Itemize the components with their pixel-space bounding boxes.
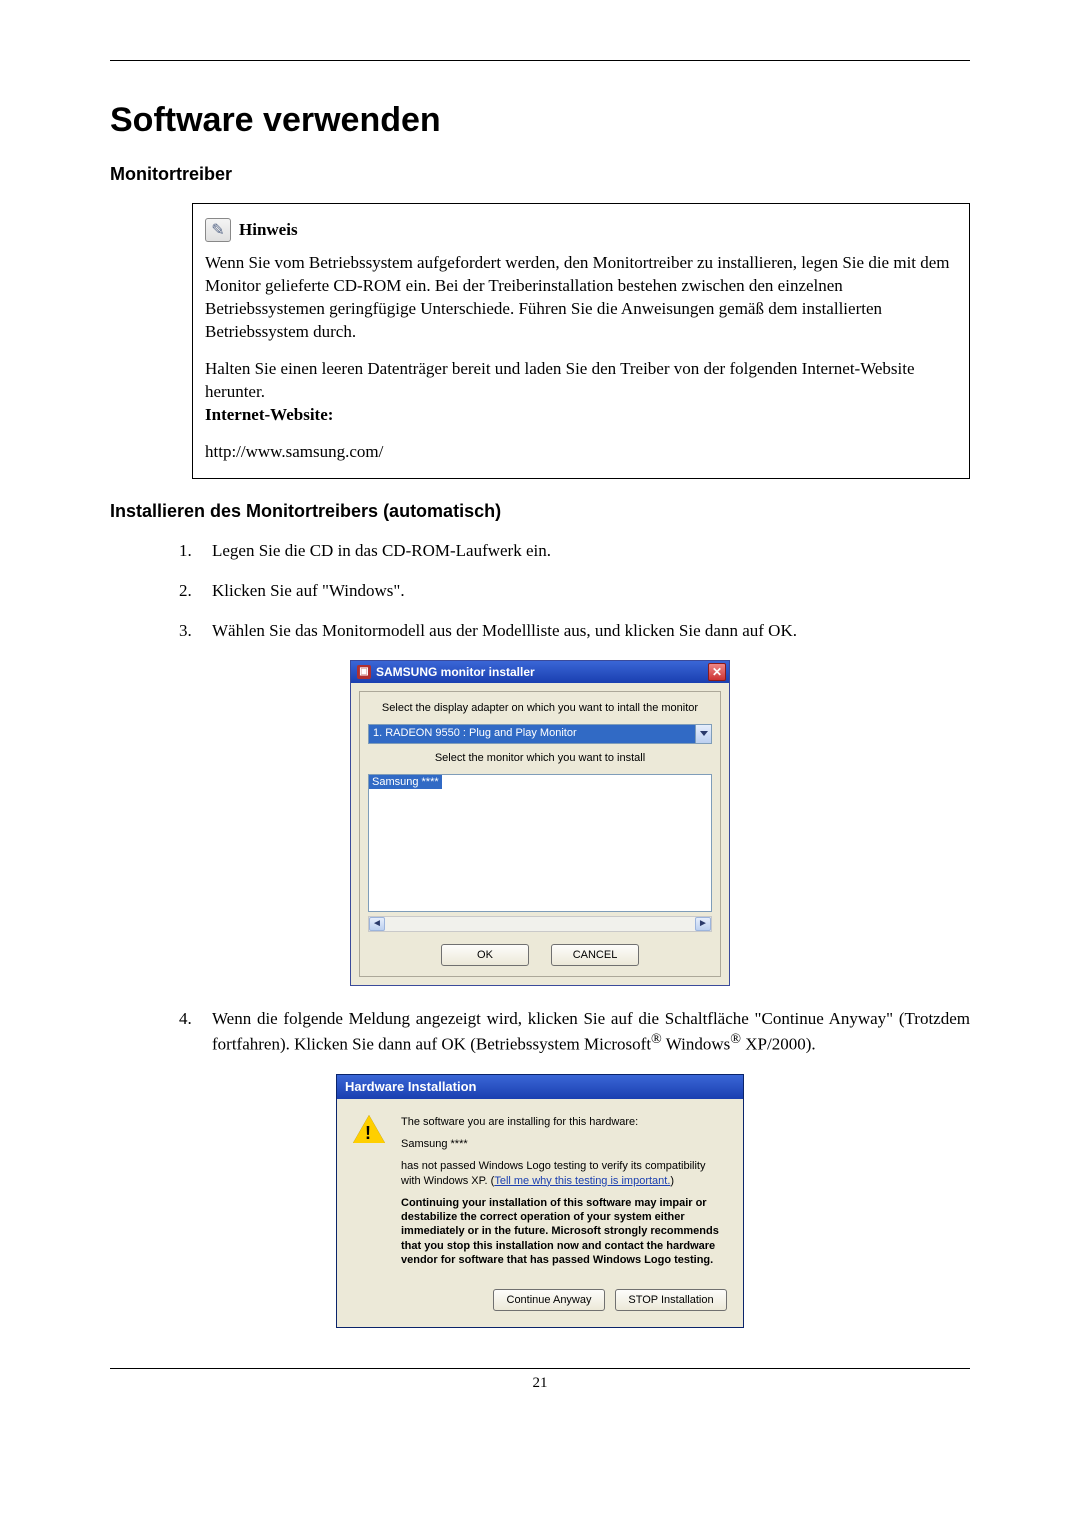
step-2: Klicken Sie auf "Windows".	[196, 580, 970, 602]
note-website-label: Internet-Website:	[205, 405, 333, 424]
dialog-titlebar[interactable]: Hardware Installation	[337, 1075, 743, 1099]
hw-compat-b: )	[670, 1175, 674, 1187]
step-4-text-b: Windows	[662, 1035, 730, 1054]
monitor-list-selected-item[interactable]: Samsung ****	[369, 775, 442, 789]
step-1: Legen Sie die CD in das CD-ROM-Laufwerk …	[196, 540, 970, 562]
section-monitortreiber-heading: Monitortreiber	[110, 164, 970, 185]
note-url: http://www.samsung.com/	[205, 441, 957, 464]
adapter-instruction-label: Select the display adapter on which you …	[368, 702, 712, 714]
note-paragraph-1: Wenn Sie vom Betriebssystem aufgefordert…	[205, 252, 957, 344]
install-steps-list: Legen Sie die CD in das CD-ROM-Laufwerk …	[196, 540, 970, 642]
app-icon: ▣	[357, 665, 371, 679]
hw-compat-text: has not passed Windows Logo testing to v…	[401, 1159, 727, 1188]
step-4: Wenn die folgende Meldung angezeigt wird…	[196, 1008, 970, 1056]
page-footer: 21	[110, 1368, 970, 1392]
dialog-title-text: SAMSUNG monitor installer	[376, 665, 535, 679]
stop-installation-button[interactable]: STOP Installation	[615, 1289, 727, 1311]
step-4-text-c: XP/2000).	[741, 1035, 816, 1054]
hardware-installation-dialog: Hardware Installation The software you a…	[336, 1074, 744, 1329]
monitor-listbox[interactable]: Samsung ****	[368, 774, 712, 912]
document-page: Software verwenden Monitortreiber ✎ Hinw…	[0, 0, 1080, 1432]
hw-intro-text: The software you are installing for this…	[401, 1115, 727, 1129]
install-steps-list-continued: Wenn die folgende Meldung angezeigt wird…	[196, 1008, 970, 1056]
step-3: Wählen Sie das Monitormodell aus der Mod…	[196, 620, 970, 642]
logo-testing-link[interactable]: Tell me why this testing is important.	[494, 1175, 670, 1187]
registered-mark-2: ®	[730, 1031, 741, 1047]
horizontal-scrollbar[interactable]: ◄ ►	[368, 916, 712, 932]
display-adapter-selected: 1. RADEON 9550 : Plug and Play Monitor	[369, 725, 695, 743]
step-4-text-a: Wenn die folgende Meldung angezeigt wird…	[212, 1009, 970, 1054]
page-number: 21	[533, 1375, 548, 1391]
hw-warning-text: Continuing your installation of this sof…	[401, 1196, 727, 1267]
top-horizontal-rule	[110, 60, 970, 61]
ok-button[interactable]: OK	[441, 944, 529, 966]
close-icon[interactable]: ✕	[708, 663, 726, 681]
scroll-left-icon[interactable]: ◄	[369, 917, 385, 931]
hw-device-name: Samsung ****	[401, 1137, 727, 1151]
note-title: Hinweis	[239, 220, 298, 240]
scroll-right-icon[interactable]: ►	[695, 917, 711, 931]
display-adapter-dropdown[interactable]: 1. RADEON 9550 : Plug and Play Monitor	[368, 724, 712, 744]
note-paragraph-2: Halten Sie einen leeren Datenträger bere…	[205, 358, 957, 427]
note-icon: ✎	[205, 218, 231, 242]
section-install-auto-heading: Installieren des Monitortreibers (automa…	[110, 501, 970, 522]
dialog-titlebar[interactable]: ▣ SAMSUNG monitor installer ✕	[351, 661, 729, 683]
continue-anyway-button[interactable]: Continue Anyway	[493, 1289, 605, 1311]
monitor-instruction-label: Select the monitor which you want to ins…	[368, 752, 712, 764]
chevron-down-icon[interactable]	[695, 725, 711, 743]
scroll-track[interactable]	[385, 917, 695, 931]
cancel-button[interactable]: CANCEL	[551, 944, 639, 966]
note-box: ✎ Hinweis Wenn Sie vom Betriebssystem au…	[192, 203, 970, 479]
samsung-installer-dialog: ▣ SAMSUNG monitor installer ✕ Select the…	[350, 660, 730, 986]
note-paragraph-2-text: Halten Sie einen leeren Datenträger bere…	[205, 359, 915, 401]
registered-mark-1: ®	[651, 1031, 662, 1047]
page-title: Software verwenden	[110, 101, 970, 140]
warning-icon	[353, 1115, 385, 1147]
